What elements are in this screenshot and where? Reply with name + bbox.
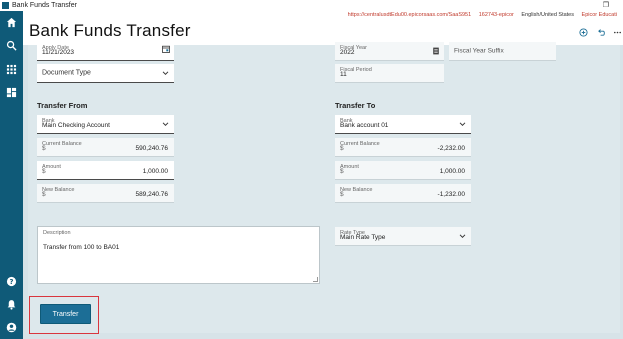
window-title: Bank Funds Transfer — [12, 2, 77, 9]
from-current-balance-label: Current Balance — [42, 141, 82, 147]
description-label: Description — [43, 230, 71, 236]
to-new-balance-label: New Balance — [340, 187, 373, 193]
currency-symbol: $ — [340, 145, 344, 152]
chevron-down-icon[interactable] — [459, 121, 466, 128]
from-new-balance-value: 589,240.76 — [135, 191, 168, 198]
chevron-down-icon[interactable] — [459, 233, 466, 240]
svg-text:?: ? — [10, 278, 14, 286]
user-icon[interactable] — [5, 321, 18, 334]
product-name: Epicor Educati — [581, 12, 617, 18]
transfer-to-title: Transfer To — [335, 101, 376, 110]
to-amount-field: Amount $ 1,000.00 — [335, 161, 471, 180]
to-current-balance-value: -2,232.00 — [437, 145, 465, 152]
apps-icon[interactable] — [5, 63, 18, 76]
from-amount-value: 1,000.00 — [142, 168, 168, 175]
document-type-select[interactable]: Document Type — [37, 64, 174, 83]
fiscal-period-value: 11 — [340, 71, 347, 78]
more-options-icon[interactable] — [612, 27, 622, 37]
calendar-icon[interactable] — [162, 45, 170, 53]
server-url: https://centralusdtEdu00.epicorsaas.com/… — [347, 12, 472, 18]
page-header: Bank Funds Transfer https://centralusdtE… — [23, 11, 623, 45]
transfer-from-title: Transfer From — [37, 101, 88, 110]
apply-date-field[interactable]: Apply Date 11/21/2023 — [37, 42, 174, 61]
locale: English/United States — [521, 12, 574, 18]
home-icon[interactable] — [5, 16, 18, 29]
fiscal-year-field: Fiscal Year 2022 — [335, 42, 444, 61]
fiscal-year-value: 2022 — [340, 49, 355, 56]
currency-symbol: $ — [340, 168, 344, 175]
transfer-button[interactable]: Transfer — [40, 304, 91, 324]
document-icon[interactable] — [432, 47, 440, 55]
currency-symbol: $ — [42, 168, 46, 175]
restore-window-icon[interactable]: ❐ — [603, 0, 609, 11]
chevron-down-icon[interactable] — [162, 121, 169, 128]
sidebar: ? — [0, 11, 23, 339]
rate-type-select[interactable]: Rate Type Main Rate Type — [335, 227, 471, 246]
fiscal-year-suffix-field[interactable]: Fiscal Year Suffix — [449, 42, 556, 61]
description-value: Transfer from 100 to BA01 — [43, 244, 120, 251]
help-icon[interactable]: ? — [5, 275, 18, 288]
from-bank-value: Main Checking Account — [42, 122, 110, 129]
undo-icon[interactable] — [596, 27, 606, 37]
session-info: https://centralusdtEdu00.epicorsaas.com/… — [348, 12, 623, 18]
to-current-balance-field: Current Balance $ -2,232.00 — [335, 138, 471, 157]
app-icon — [2, 2, 9, 9]
from-current-balance-value: 590,240.76 — [135, 145, 168, 152]
to-bank-select[interactable]: Bank Bank account 01 — [335, 115, 471, 134]
from-bank-select[interactable]: Bank Main Checking Account — [37, 115, 174, 134]
apply-date-value: 11/21/2023 — [42, 49, 75, 56]
currency-symbol: $ — [42, 191, 46, 198]
from-new-balance-label: New Balance — [42, 187, 75, 193]
page-title: Bank Funds Transfer — [29, 21, 191, 40]
description-textarea[interactable]: Description Transfer from 100 to BA01 — [37, 226, 320, 284]
currency-symbol: $ — [340, 191, 344, 198]
document-type-placeholder: Document Type — [42, 69, 91, 77]
from-amount-input[interactable]: Amount $ 1,000.00 — [37, 161, 174, 180]
fiscal-period-field: Fiscal Period 11 — [335, 64, 444, 83]
notifications-icon[interactable] — [5, 298, 18, 311]
to-new-balance-value: -1,232.00 — [437, 191, 465, 198]
add-new-icon[interactable] — [578, 27, 588, 37]
currency-symbol: $ — [42, 145, 46, 152]
to-new-balance-field: New Balance $ -1,232.00 — [335, 184, 471, 203]
to-bank-value: Bank account 01 — [340, 122, 389, 129]
to-current-balance-label: Current Balance — [340, 141, 380, 147]
to-amount-value: 1,000.00 — [439, 168, 465, 175]
from-new-balance-field: New Balance $ 589,240.76 — [37, 184, 174, 203]
resize-handle-icon[interactable] — [313, 277, 318, 282]
dashboard-icon[interactable] — [5, 86, 18, 99]
window-titlebar: Bank Funds Transfer ❐ — [0, 0, 623, 11]
rate-type-value: Main Rate Type — [340, 234, 386, 241]
chevron-down-icon[interactable] — [162, 70, 169, 77]
company-id: 162743-epicor — [478, 12, 514, 18]
fiscal-year-suffix-placeholder: Fiscal Year Suffix — [454, 47, 504, 55]
from-current-balance-field: Current Balance $ 590,240.76 — [37, 138, 174, 157]
search-icon[interactable] — [5, 39, 18, 52]
